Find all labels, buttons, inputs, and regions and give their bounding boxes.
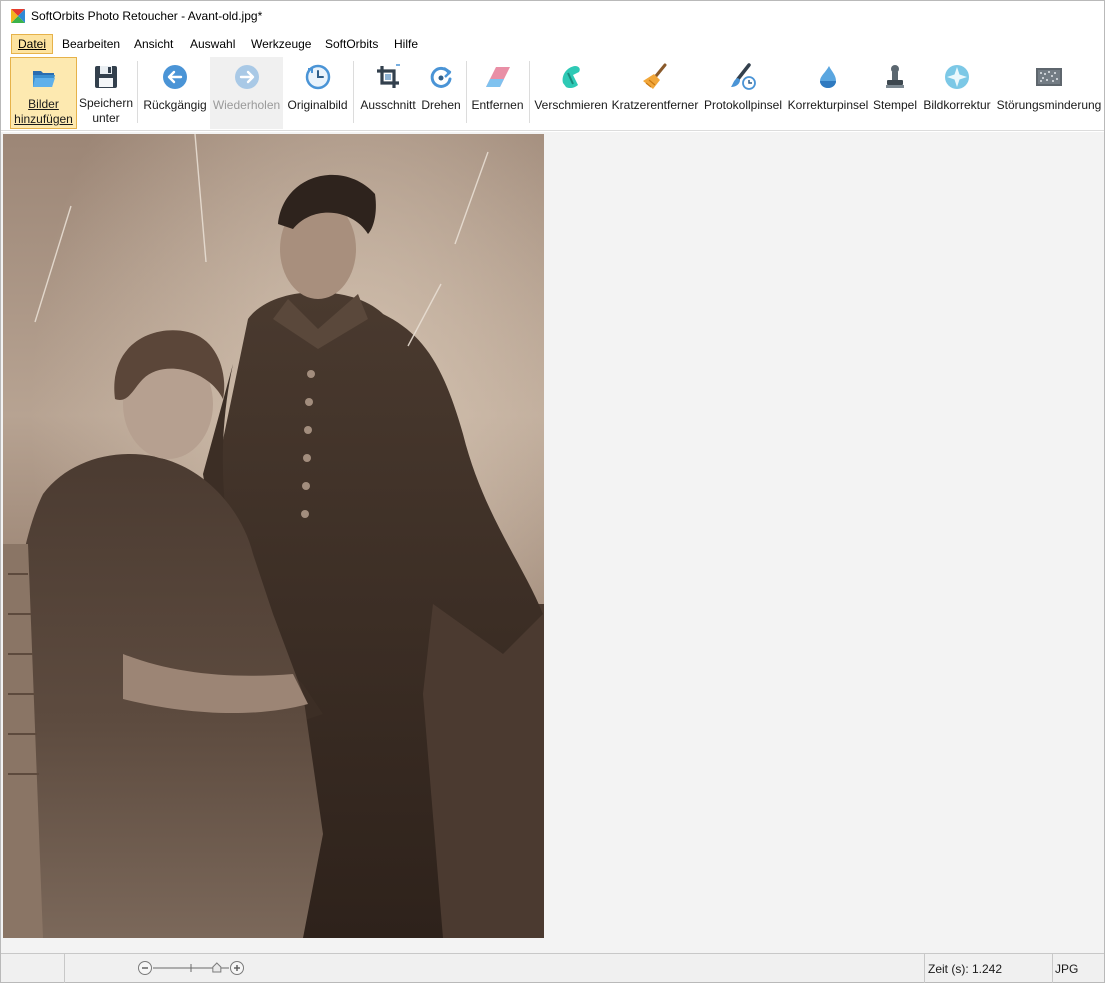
zoom-cell xyxy=(65,954,925,983)
folder-open-icon xyxy=(32,71,55,87)
time-cell: Zeit (s): 1.242 xyxy=(925,954,1053,983)
menu-auswahl[interactable]: Auswahl xyxy=(184,34,241,54)
menu-werkzeuge[interactable]: Werkzeuge xyxy=(245,34,317,54)
arrow-left-circle-icon xyxy=(163,65,187,89)
crop-icon xyxy=(377,64,400,88)
correction-brush-button[interactable]: Korrekturpinsel xyxy=(787,57,869,129)
toolbar-separator xyxy=(466,61,467,123)
image-workspace[interactable] xyxy=(1,132,1104,953)
history-brush-label: Protokollpinsel xyxy=(703,98,783,112)
image-correction-button[interactable]: Bildkorrektur xyxy=(921,57,993,129)
menu-hilfe[interactable]: Hilfe xyxy=(388,34,424,54)
image-correction-label: Bildkorrektur xyxy=(923,98,991,112)
noise-icon xyxy=(1036,68,1062,86)
rotate-button[interactable]: Drehen xyxy=(419,57,463,129)
title-bar: SoftOrbits Photo Retoucher - Avant-old.j… xyxy=(1,1,1104,32)
file-format: JPG xyxy=(1055,962,1079,976)
redo-button[interactable]: Wiederholen xyxy=(210,57,283,129)
app-window: SoftOrbits Photo Retoucher - Avant-old.j… xyxy=(0,0,1105,983)
smudge-button[interactable]: Verschmieren xyxy=(533,57,609,129)
toolbar-separator xyxy=(353,61,354,123)
window-title: SoftOrbits Photo Retoucher - Avant-old.j… xyxy=(31,9,263,23)
stamp-icon xyxy=(886,65,904,88)
status-cell-empty xyxy=(1,954,65,983)
save-as-label-line1: Speichern xyxy=(78,96,134,110)
original-image-label: Originalbild xyxy=(287,98,348,112)
crop-button[interactable]: Ausschnitt xyxy=(357,57,419,129)
smudge-label: Verschmieren xyxy=(534,98,608,112)
remove-button[interactable]: Entfernen xyxy=(469,57,526,129)
status-bar: Zeit (s): 1.242 JPG xyxy=(1,953,1104,983)
rotate-icon xyxy=(430,66,452,88)
stamp-label: Stempel xyxy=(872,98,918,112)
sparkle-icon xyxy=(945,65,969,89)
floppy-disk-icon xyxy=(95,66,117,88)
toolbar: Bilder hinzufügen Speichern unter Rückgä… xyxy=(1,55,1104,131)
save-as-button[interactable]: Speichern unter xyxy=(78,57,134,129)
toolbar-separator xyxy=(137,61,138,123)
processing-time: Zeit (s): 1.242 xyxy=(928,962,1003,976)
eraser-icon xyxy=(485,67,510,87)
zoom-out-icon[interactable] xyxy=(138,961,152,975)
stamp-button[interactable]: Stempel xyxy=(871,57,919,129)
drop-icon xyxy=(820,66,836,88)
app-logo-icon xyxy=(11,9,25,23)
zoom-thumb[interactable] xyxy=(212,962,222,973)
rotate-label: Drehen xyxy=(421,98,461,112)
save-as-label-line2: unter xyxy=(92,111,120,125)
crop-label: Ausschnitt xyxy=(360,98,416,112)
menu-bearbeiten[interactable]: Bearbeiten xyxy=(56,34,126,54)
scratch-remover-label: Kratzerentferner xyxy=(611,98,699,112)
menu-softorbits[interactable]: SoftOrbits xyxy=(319,34,384,54)
add-images-button[interactable]: Bilder hinzufügen xyxy=(10,57,77,129)
arrow-right-circle-icon xyxy=(234,65,259,89)
photo-canvas[interactable] xyxy=(3,134,544,938)
add-images-label-line2: hinzufügen xyxy=(14,112,73,126)
remove-label: Entfernen xyxy=(471,98,524,112)
noise-reduction-button[interactable]: Störungsminderung xyxy=(995,57,1103,129)
correction-brush-label: Korrekturpinsel xyxy=(787,98,869,112)
scratch-remover-button[interactable]: Kratzerentferner xyxy=(611,57,699,129)
smudge-finger-icon xyxy=(562,66,580,89)
original-image-button[interactable]: Originalbild xyxy=(284,57,351,129)
format-cell: JPG xyxy=(1053,954,1104,983)
toolbar-separator xyxy=(529,61,530,123)
redo-label: Wiederholen xyxy=(212,98,281,112)
menu-ansicht[interactable]: Ansicht xyxy=(128,34,179,54)
menu-datei[interactable]: Datei xyxy=(11,34,54,54)
undo-label: Rückgängig xyxy=(143,98,207,112)
zoom-in-icon[interactable] xyxy=(230,961,244,975)
broom-icon xyxy=(643,63,667,89)
clock-icon xyxy=(305,64,330,90)
history-brush-button[interactable]: Protokollpinsel xyxy=(701,57,785,129)
zoom-slider[interactable] xyxy=(137,958,247,978)
add-images-label-line1: Bilder xyxy=(28,97,59,111)
noise-reduction-label: Störungsminderung xyxy=(996,98,1102,112)
menu-bar: Datei Bearbeiten Ansicht Auswahl Werkzeu… xyxy=(1,32,1104,55)
undo-button[interactable]: Rückgängig xyxy=(141,57,209,129)
history-brush-icon xyxy=(731,63,756,90)
